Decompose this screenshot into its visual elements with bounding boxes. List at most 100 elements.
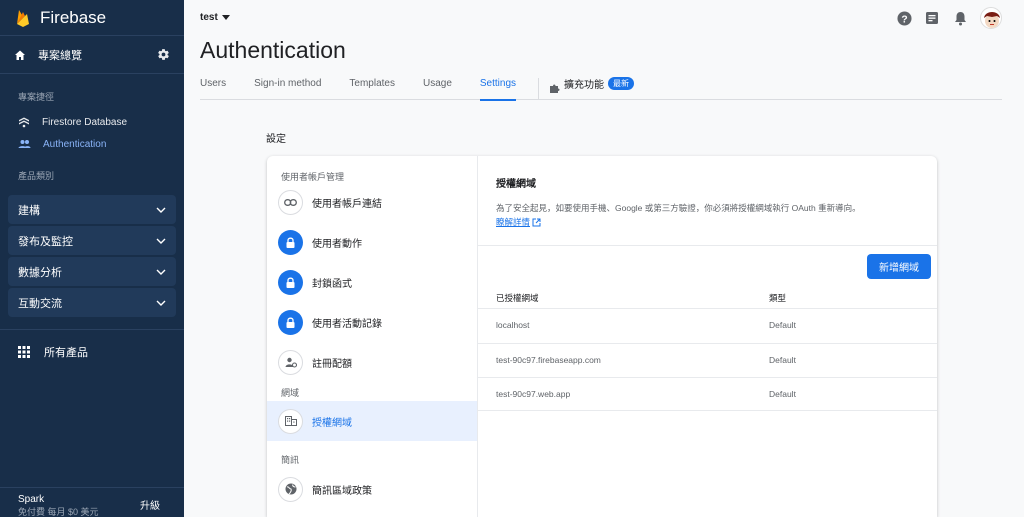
project-overview-link[interactable]: 專案總覽 xyxy=(0,36,184,74)
nav-item-sms-region-policy[interactable]: 簡訊區域政策 xyxy=(267,469,477,509)
sidebar-header[interactable]: Firebase xyxy=(0,0,184,36)
nav-item-label: 簡訊區域政策 xyxy=(312,485,372,497)
domain-icon xyxy=(278,408,303,434)
learn-more-link[interactable]: 瞭解詳情 xyxy=(496,216,541,228)
new-badge: 最新 xyxy=(608,77,635,90)
nav-item-label: 授權網域 xyxy=(312,417,352,429)
tab-usage[interactable]: Usage xyxy=(423,78,452,100)
all-products-label: 所有產品 xyxy=(44,347,88,359)
link-icon xyxy=(278,189,303,215)
caret-down-icon xyxy=(221,15,230,20)
categories-heading: 產品類別 xyxy=(18,171,55,181)
sidebar-item-authentication[interactable]: Authentication xyxy=(0,133,184,155)
sidebar-group-analytics[interactable]: 數據分析 xyxy=(8,257,176,286)
table-row[interactable]: test-90c97.firebaseapp.com Default xyxy=(478,343,937,377)
extensions-label: 擴充功能 xyxy=(564,80,605,91)
chevron-down-icon xyxy=(156,269,166,275)
nav-item-user-actions[interactable]: 使用者動作 xyxy=(267,222,477,262)
sidebar-item-firestore[interactable]: Firestore Database xyxy=(0,111,184,133)
type-cell: Default xyxy=(769,389,796,399)
tab-settings[interactable]: Settings xyxy=(479,78,517,101)
nav-section-user-management: 使用者帳戶管理 xyxy=(281,172,345,182)
column-header-type: 類型 xyxy=(769,293,787,303)
sidebar-group-engage[interactable]: 互動交流 xyxy=(8,288,176,317)
auth-tabs: Users Sign-in method Templates Usage Set… xyxy=(200,77,1002,101)
nav-item-label: 使用者活動記錄 xyxy=(312,318,382,330)
domain-cell: localhost xyxy=(496,320,530,330)
sidebar: Firebase 專案總覽 專案捷徑 Firestore Database Au… xyxy=(0,0,184,517)
grid-icon xyxy=(18,346,30,358)
users-icon xyxy=(18,140,31,148)
help-icon[interactable]: ? xyxy=(896,10,912,26)
puzzle-icon xyxy=(550,84,560,93)
sidebar-item-label: Firestore Database xyxy=(42,116,128,128)
overview-label: 專案總覽 xyxy=(38,49,82,62)
external-link-icon xyxy=(532,218,541,226)
nav-item-signup-quota[interactable]: 註冊配額 xyxy=(267,342,477,382)
project-selector[interactable]: test xyxy=(200,12,230,23)
nav-item-blocking-functions[interactable]: 封鎖函式 xyxy=(267,262,477,302)
header-actions: ? xyxy=(896,7,1002,29)
domain-cell: test-90c97.firebaseapp.com xyxy=(496,355,601,365)
panel-title: 授權網域 xyxy=(496,179,536,190)
table-row[interactable]: test-90c97.web.app Default xyxy=(478,377,937,411)
domain-cell: test-90c97.web.app xyxy=(496,389,571,399)
lock-icon xyxy=(278,309,303,335)
tab-users[interactable]: Users xyxy=(200,78,226,100)
nav-section-sms: 簡訊 xyxy=(281,455,300,465)
lock-icon xyxy=(278,229,303,255)
panel-divider xyxy=(478,245,937,246)
plan-footer: Spark 免付費 每月 $0 美元 升級 xyxy=(0,487,184,517)
nav-item-label: 使用者帳戶連結 xyxy=(312,198,382,210)
upgrade-button[interactable]: 升級 xyxy=(140,497,160,512)
group-label: 發布及監控 xyxy=(18,235,73,248)
nav-item-label: 使用者動作 xyxy=(312,238,362,250)
nav-item-authorized-domains[interactable]: 授權網域 xyxy=(267,401,477,441)
settings-heading: 設定 xyxy=(266,134,286,145)
tab-templates[interactable]: Templates xyxy=(349,78,395,100)
settings-card: 使用者帳戶管理 使用者帳戶連結 使用者動作 封鎖函式 使用者活動記錄 註冊配額 … xyxy=(267,156,937,517)
firebase-logo-icon xyxy=(17,9,29,27)
notifications-bell-icon[interactable] xyxy=(952,10,968,26)
nav-section-domains: 網域 xyxy=(281,388,300,398)
sidebar-group-build[interactable]: 建構 xyxy=(8,195,176,224)
page-title: Authentication xyxy=(200,37,346,63)
sidebar-item-label: Authentication xyxy=(43,138,107,150)
tab-extensions[interactable]: 擴充功能 最新 xyxy=(538,77,635,100)
chevron-down-icon xyxy=(156,238,166,244)
all-products-link[interactable]: 所有產品 xyxy=(0,338,184,366)
firestore-icon xyxy=(19,117,29,128)
chevron-down-icon xyxy=(156,207,166,213)
sidebar-group-release[interactable]: 發布及監控 xyxy=(8,226,176,255)
group-label: 建構 xyxy=(18,204,40,217)
authorized-domains-panel: 授權網域 為了安全起見，如要使用手機、Google 或第三方驗證，你必須將授權網… xyxy=(478,156,937,517)
group-label: 互動交流 xyxy=(18,297,62,310)
panel-description: 為了安全起見，如要使用手機、Google 或第三方驗證，你必須將授權網域執行 O… xyxy=(496,203,861,213)
nav-item-label: 封鎖函式 xyxy=(312,278,352,290)
brand-name: Firebase xyxy=(40,7,107,27)
learn-more-label: 瞭解詳情 xyxy=(496,217,531,227)
type-cell: Default xyxy=(769,320,796,330)
column-header-domain: 已授權網域 xyxy=(496,293,539,303)
globe-icon xyxy=(278,476,303,502)
home-icon xyxy=(15,50,25,60)
sidebar-divider xyxy=(0,329,184,330)
lock-icon xyxy=(278,269,303,295)
feedback-icon[interactable] xyxy=(924,10,940,26)
group-label: 數據分析 xyxy=(18,266,62,279)
settings-nav: 使用者帳戶管理 使用者帳戶連結 使用者動作 封鎖函式 使用者活動記錄 註冊配額 … xyxy=(267,156,478,517)
table-row[interactable]: localhost Default xyxy=(478,308,937,342)
add-domain-button[interactable]: 新增網域 xyxy=(867,254,931,279)
nav-item-account-linking[interactable]: 使用者帳戶連結 xyxy=(267,182,477,222)
tab-sign-in-method[interactable]: Sign-in method xyxy=(254,78,321,100)
gear-icon[interactable] xyxy=(157,48,170,61)
user-avatar[interactable] xyxy=(980,7,1002,29)
nav-item-label: 註冊配額 xyxy=(312,358,352,370)
domains-table-header: 已授權網域 類型 xyxy=(478,291,937,309)
nav-item-user-activity-log[interactable]: 使用者活動記錄 xyxy=(267,302,477,342)
shortcuts-heading: 專案捷徑 xyxy=(18,92,55,102)
page-header: test Authentication ? Users Sign-in meth… xyxy=(184,0,1024,101)
user-settings-icon xyxy=(278,349,303,375)
project-name: test xyxy=(200,12,218,23)
svg-text:?: ? xyxy=(901,14,907,25)
